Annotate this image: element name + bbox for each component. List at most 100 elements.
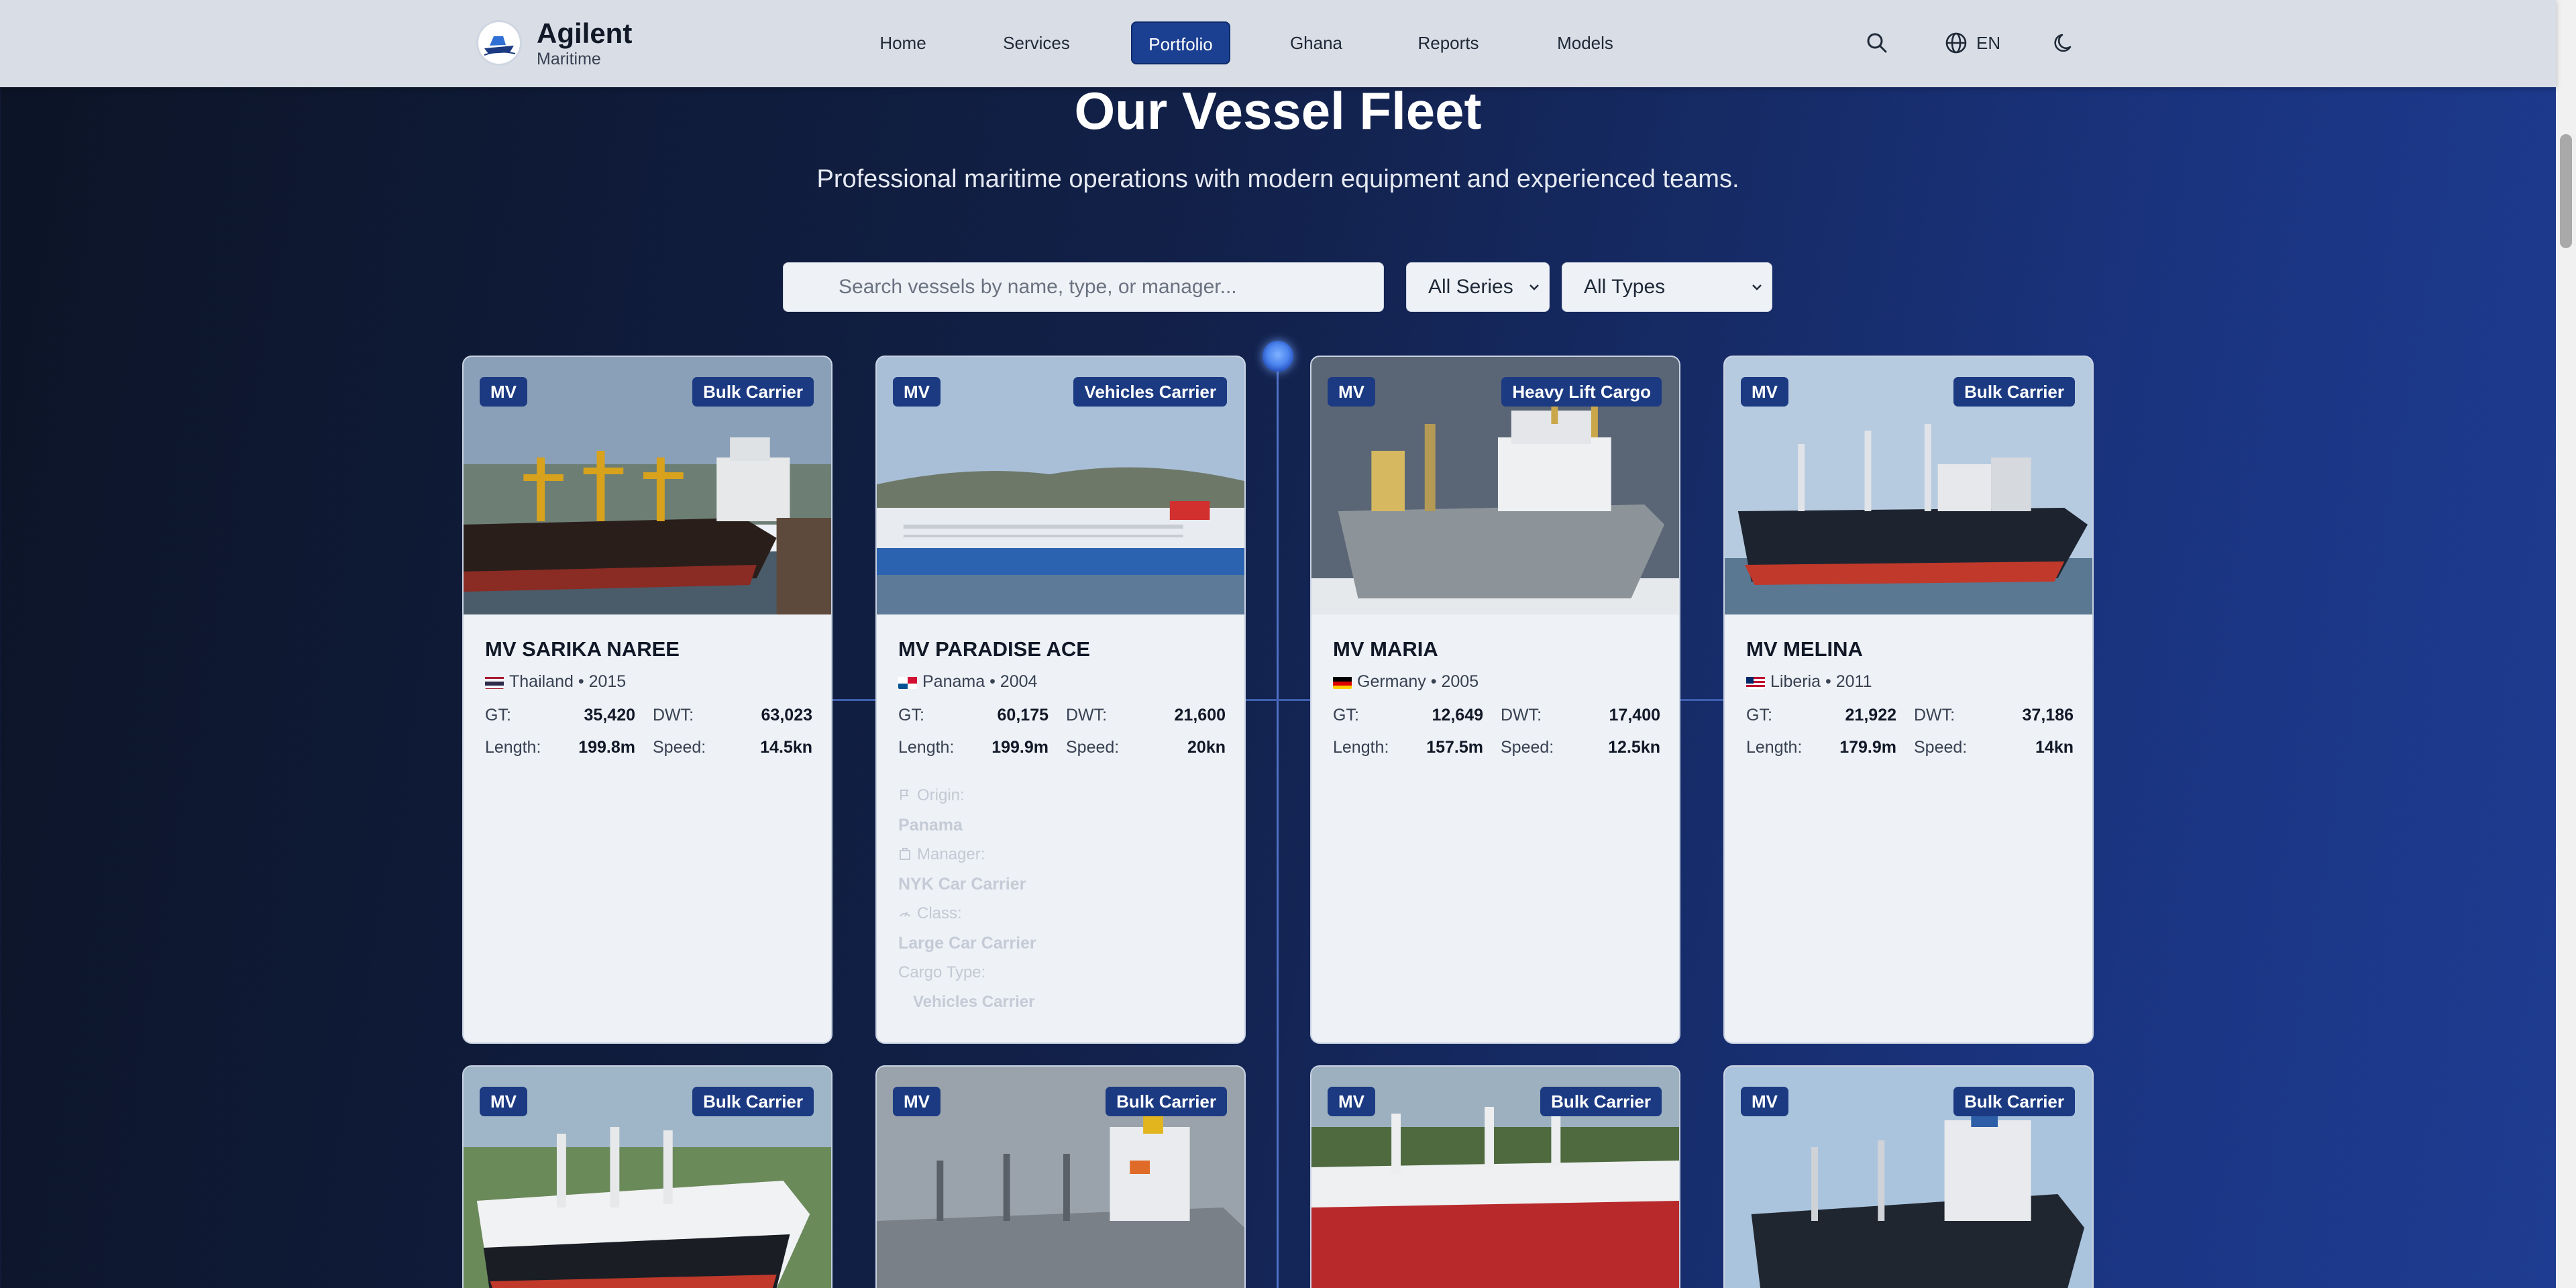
gt-label: GT: bbox=[1746, 706, 1772, 724]
scrollbar-thumb[interactable] bbox=[2560, 134, 2572, 248]
manager-label-text: Manager: bbox=[917, 845, 985, 863]
dwt-label: DWT: bbox=[1501, 706, 1542, 724]
vessel-card[interactable]: MV Bulk Carrier MV SARIKA NAREE Thailand… bbox=[462, 356, 833, 1044]
vessel-year: 2015 bbox=[588, 672, 627, 691]
vessel-name: MV PARADISE ACE bbox=[898, 637, 1090, 661]
vessel-card[interactable]: MV Bulk Carrier bbox=[1310, 1065, 1680, 1288]
search-icon[interactable] bbox=[1864, 30, 1890, 56]
origin-label-text: Origin: bbox=[917, 786, 965, 804]
gt-label: GT: bbox=[1333, 706, 1359, 724]
manager-label: Manager: bbox=[898, 845, 985, 864]
vessel-search-input[interactable] bbox=[783, 262, 1384, 312]
vessel-card[interactable]: MV Heavy Lift Cargo MV MARIA Germany • 2… bbox=[1310, 356, 1680, 1044]
thailand-flag-icon bbox=[485, 676, 504, 689]
speed-value: 14kn bbox=[2035, 738, 2074, 757]
vessel-prefix-badge: MV bbox=[893, 1087, 941, 1116]
moon-icon[interactable] bbox=[2051, 30, 2078, 56]
nav-reports[interactable]: Reports bbox=[1407, 21, 1489, 64]
class-label: Class: bbox=[898, 904, 962, 923]
panama-flag-icon bbox=[898, 676, 917, 689]
timeline-line bbox=[1277, 356, 1279, 1288]
vessel-year: 2011 bbox=[1835, 672, 1872, 691]
gt-value: 21,922 bbox=[1845, 706, 1896, 724]
vessel-type-badge: Bulk Carrier bbox=[692, 377, 814, 407]
vessel-prefix-badge: MV bbox=[893, 377, 941, 407]
gt-value: 12,649 bbox=[1432, 706, 1483, 724]
vessel-prefix-badge: MV bbox=[1328, 1087, 1375, 1116]
cargo-type-label: Cargo Type: bbox=[898, 963, 986, 981]
length-label: Length: bbox=[1333, 738, 1389, 757]
dwt-value: 63,023 bbox=[761, 706, 812, 724]
dwt-value: 21,600 bbox=[1174, 706, 1226, 724]
vessel-type-badge: Vehicles Carrier bbox=[1073, 377, 1227, 407]
vessel-prefix-badge: MV bbox=[1741, 1087, 1788, 1116]
speed-value: 12.5kn bbox=[1608, 738, 1660, 757]
nav-home[interactable]: Home bbox=[868, 21, 938, 64]
speed-label: Speed: bbox=[1501, 738, 1554, 757]
type-select[interactable]: All Types bbox=[1562, 262, 1772, 312]
vessel-type-badge: Bulk Carrier bbox=[1106, 1087, 1227, 1116]
dwt-value: 17,400 bbox=[1609, 706, 1660, 724]
nav-portfolio[interactable]: Portfolio bbox=[1131, 21, 1230, 64]
gt-value: 60,175 bbox=[997, 706, 1049, 724]
nav-ghana[interactable]: Ghana bbox=[1281, 21, 1351, 64]
building-icon bbox=[900, 848, 910, 860]
chevron-down-icon bbox=[1752, 284, 1762, 290]
vessel-prefix-badge: MV bbox=[1328, 377, 1375, 407]
vessel-card[interactable]: MV Vehicles Carrier MV PARADISE ACE Pana… bbox=[875, 356, 1246, 1044]
gauge-icon bbox=[900, 912, 910, 917]
length-value: 199.8m bbox=[578, 738, 635, 757]
vessel-country: Germany bbox=[1357, 672, 1426, 691]
vessel-name: MV MELINA bbox=[1746, 637, 1863, 661]
page-title: Our Vessel Fleet bbox=[1074, 81, 1482, 140]
vessel-card[interactable]: MV Bulk Carrier bbox=[1723, 1065, 2094, 1288]
length-label: Length: bbox=[898, 738, 955, 757]
page-subtitle: Professional maritime operations with mo… bbox=[816, 165, 1739, 193]
speed-label: Speed: bbox=[653, 738, 706, 757]
length-label: Length: bbox=[1746, 738, 1803, 757]
vessel-type-badge: Heavy Lift Cargo bbox=[1501, 377, 1662, 407]
vessel-meta: Germany • 2005 bbox=[1333, 672, 1479, 692]
gt-label: GT: bbox=[485, 706, 511, 724]
nav-services[interactable]: Services bbox=[993, 21, 1080, 64]
vessel-card[interactable]: MV Bulk Carrier bbox=[462, 1065, 833, 1288]
meta-separator: • bbox=[989, 672, 996, 691]
length-value: 179.9m bbox=[1839, 738, 1896, 757]
vessel-prefix-badge: MV bbox=[1741, 377, 1788, 407]
series-select[interactable]: All Series bbox=[1406, 262, 1550, 312]
manager-value: NYK Car Carrier bbox=[898, 875, 1026, 894]
language-selector[interactable]: EN bbox=[1976, 30, 2000, 56]
vessel-country: Panama bbox=[922, 672, 985, 691]
brand-subtitle: Maritime bbox=[537, 50, 601, 68]
vessel-type-badge: Bulk Carrier bbox=[692, 1087, 814, 1116]
dwt-value: 37,186 bbox=[2022, 706, 2074, 724]
length-value: 199.9m bbox=[991, 738, 1049, 757]
class-label-text: Class: bbox=[917, 904, 962, 922]
brand-name[interactable]: Agilent bbox=[537, 17, 632, 50]
vessel-meta: Thailand • 2015 bbox=[485, 672, 626, 692]
origin-value: Panama bbox=[898, 816, 963, 835]
cargo-type-value: Vehicles Carrier bbox=[913, 993, 1035, 1011]
speed-label: Speed: bbox=[1066, 738, 1120, 757]
nav-models[interactable]: Models bbox=[1548, 21, 1622, 64]
germany-flag-icon bbox=[1333, 676, 1352, 689]
vessel-name: MV SARIKA NAREE bbox=[485, 637, 680, 661]
meta-separator: • bbox=[578, 672, 584, 691]
vessel-meta: Panama • 2004 bbox=[898, 672, 1037, 692]
class-value: Large Car Carrier bbox=[898, 934, 1036, 953]
globe-icon[interactable] bbox=[1943, 30, 1970, 56]
gt-value: 35,420 bbox=[584, 706, 635, 724]
series-select-value: All Series bbox=[1428, 276, 1513, 298]
vessel-card[interactable]: MV Bulk Carrier bbox=[875, 1065, 1246, 1288]
speed-label: Speed: bbox=[1914, 738, 1968, 757]
vessel-meta: Liberia • 2011 bbox=[1746, 672, 1872, 692]
vessel-card[interactable]: MV Bulk Carrier MV MELINA Liberia • 2011… bbox=[1723, 356, 2094, 1044]
ship-logo-icon bbox=[484, 36, 516, 56]
dwt-label: DWT: bbox=[1066, 706, 1108, 724]
dwt-label: DWT: bbox=[1914, 706, 1955, 724]
length-value: 157.5m bbox=[1426, 738, 1483, 757]
liberia-flag-icon bbox=[1746, 676, 1765, 689]
flag-icon bbox=[900, 790, 909, 800]
gt-label: GT: bbox=[898, 706, 924, 724]
brand-logo[interactable] bbox=[476, 20, 522, 66]
